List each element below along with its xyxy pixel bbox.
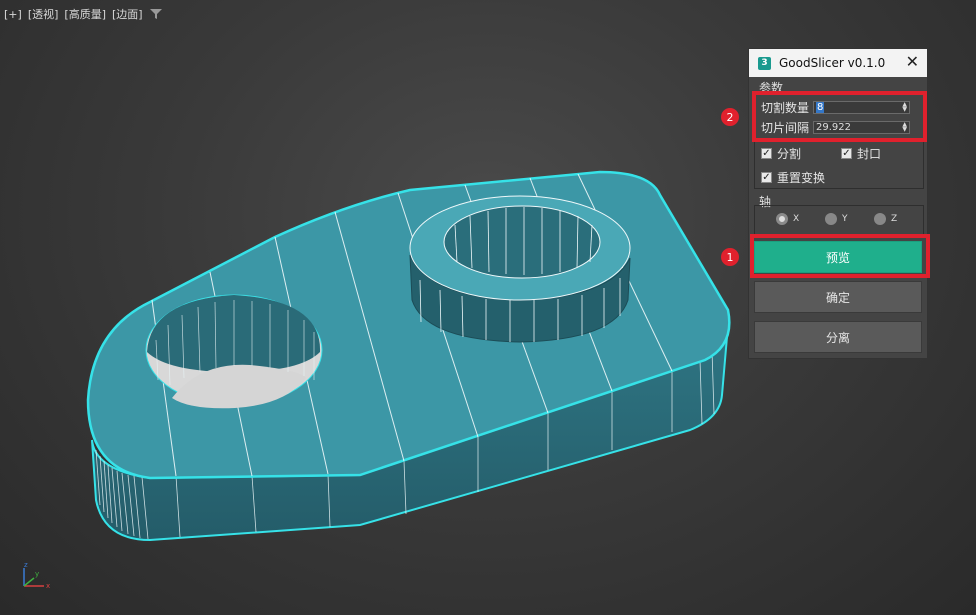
radio-icon[interactable]: [825, 213, 837, 225]
slice-count-spinner[interactable]: 8 ▲ ▼: [813, 101, 910, 114]
axis-gizmo-z: z: [24, 561, 28, 569]
slice-count-value[interactable]: 8: [816, 102, 825, 113]
axis-z-label: Z: [891, 214, 898, 224]
model-boss-hole: [443, 205, 601, 279]
axis-gizmo-y: y: [35, 570, 39, 578]
slice-gap-spinner[interactable]: 29.922 ▲ ▼: [813, 121, 910, 134]
split-label: 分割: [777, 147, 802, 161]
spinner-arrows-icon[interactable]: ▲ ▼: [902, 102, 907, 113]
slice-count-row: 切割数量 8 ▲ ▼: [761, 99, 910, 116]
slice-gap-label: 切片间隔: [761, 121, 810, 135]
slice-gap-value[interactable]: 29.922: [816, 122, 851, 133]
axis-radio-z[interactable]: Z: [874, 213, 897, 225]
app-logo-icon: 3: [758, 56, 771, 70]
split-checkbox[interactable]: ✓ 分割: [761, 145, 801, 162]
axis-radio-y[interactable]: Y: [825, 213, 848, 225]
spinner-arrows-icon[interactable]: ▲ ▼: [902, 122, 907, 133]
dialog-title: GoodSlicer v0.1.0: [779, 56, 886, 70]
slice-gap-row: 切片间隔 29.922 ▲ ▼: [761, 119, 910, 136]
cap-checkbox[interactable]: ✓ 封口: [841, 145, 881, 162]
radio-selected-icon[interactable]: [776, 213, 788, 225]
dialog-titlebar[interactable]: 3 GoodSlicer v0.1.0 ✕: [749, 49, 927, 77]
axis-gizmo: z x y: [23, 561, 50, 590]
detach-button[interactable]: 分离: [754, 321, 922, 353]
badge-2: 2: [721, 108, 739, 126]
reset-transform-checkbox[interactable]: ✓ 重置变换: [761, 169, 825, 186]
axis-radio-x[interactable]: X: [776, 213, 799, 225]
axis-y-label: Y: [842, 214, 848, 224]
slice-count-label: 切割数量: [761, 101, 810, 115]
preview-button[interactable]: 预览: [754, 241, 922, 273]
cap-label: 封口: [857, 147, 882, 161]
axis-x-label: X: [793, 214, 800, 224]
ok-button[interactable]: 确定: [754, 281, 922, 313]
axis-gizmo-x: x: [46, 582, 50, 590]
checkmark-icon[interactable]: ✓: [761, 148, 772, 159]
close-icon[interactable]: ✕: [906, 53, 919, 71]
reset-transform-label: 重置变换: [777, 171, 826, 185]
goodslicer-dialog: 3 GoodSlicer v0.1.0 ✕ 参数 切割数量 8 ▲ ▼ 切片间隔 …: [748, 48, 928, 359]
badge-1: 1: [721, 248, 739, 266]
radio-icon[interactable]: [874, 213, 886, 225]
checkmark-icon[interactable]: ✓: [761, 172, 772, 183]
checkmark-icon[interactable]: ✓: [841, 148, 852, 159]
